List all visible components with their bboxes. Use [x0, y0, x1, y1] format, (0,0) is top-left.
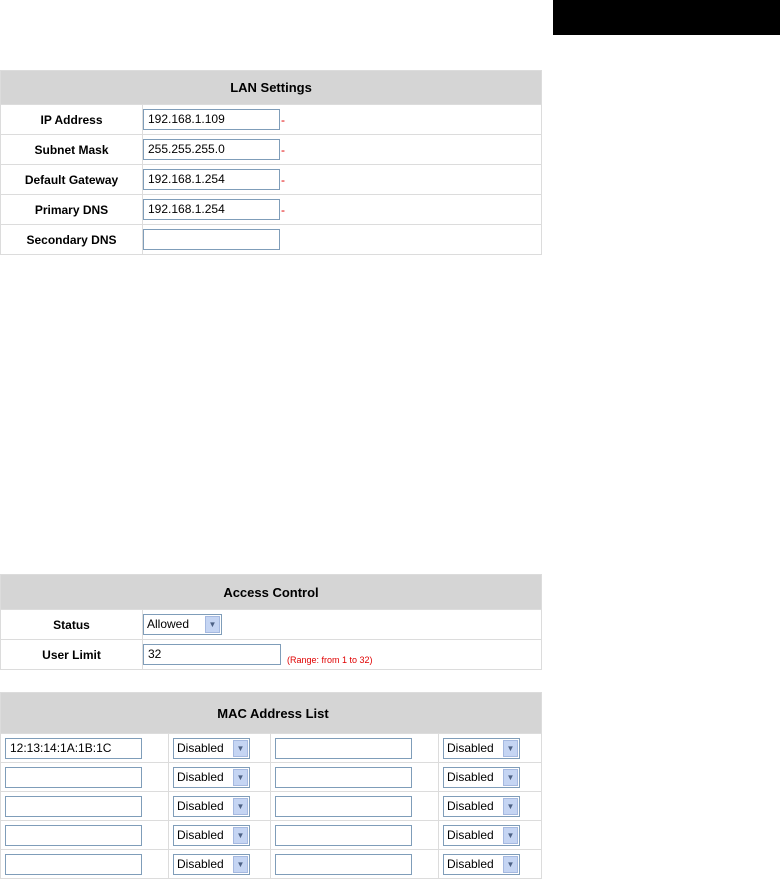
mac-state-select[interactable]: Disabled ▼ — [173, 824, 250, 846]
header-black-bar — [553, 0, 780, 35]
mac-state-value: Disabled — [177, 827, 224, 842]
mac-state-value: Disabled — [177, 769, 224, 784]
mac-address-list-table: MAC Address List 12:13:14:1A:1B:1C Disab… — [0, 692, 542, 879]
user-limit-range-hint: (Range: from 1 to 32) — [287, 655, 373, 665]
mac-state-value: Disabled — [177, 798, 224, 813]
lan-row-primary-dns: Primary DNS 192.168.1.254- — [0, 194, 542, 225]
lan-row-subnet-mask: Subnet Mask 255.255.255.0- — [0, 134, 542, 165]
mac-address-input[interactable] — [275, 795, 412, 817]
mac-state-select[interactable]: Disabled ▼ — [443, 824, 520, 846]
mac-state-value: Disabled — [447, 856, 494, 871]
mac-address-input[interactable] — [5, 795, 142, 817]
required-marker: - — [281, 202, 285, 217]
access-row-user-limit: User Limit 32 (Range: from 1 to 32) — [0, 639, 542, 670]
chevron-down-icon[interactable]: ▼ — [233, 855, 248, 873]
ip-address-label: IP Address — [0, 104, 143, 135]
mac-address-input[interactable] — [5, 766, 142, 788]
mac-state-select[interactable]: Disabled ▼ — [443, 737, 520, 759]
status-select[interactable]: Allowed ▼ — [143, 614, 222, 635]
required-marker: - — [281, 142, 285, 157]
mac-address-input[interactable] — [5, 824, 142, 846]
secondary-dns-label: Secondary DNS — [0, 224, 143, 255]
lan-settings-table: LAN Settings IP Address 192.168.1.109- S… — [0, 70, 542, 255]
mac-list-row: Disabled ▼ Disabled ▼ — [0, 762, 542, 792]
default-gateway-input[interactable]: 192.168.1.254 — [143, 169, 280, 190]
chevron-down-icon[interactable]: ▼ — [503, 826, 518, 844]
status-select-value: Allowed — [147, 617, 190, 631]
chevron-down-icon[interactable]: ▼ — [503, 797, 518, 815]
lan-row-ip-address: IP Address 192.168.1.109- — [0, 104, 542, 135]
chevron-down-icon[interactable]: ▼ — [503, 739, 518, 757]
mac-state-value: Disabled — [447, 769, 494, 784]
mac-state-select[interactable]: Disabled ▼ — [173, 853, 250, 875]
access-control-table: Access Control Status Allowed ▼ User Lim… — [0, 574, 542, 670]
mac-state-select[interactable]: Disabled ▼ — [173, 795, 250, 817]
default-gateway-label: Default Gateway — [0, 164, 143, 195]
mac-address-input[interactable] — [5, 853, 142, 875]
primary-dns-input[interactable]: 192.168.1.254 — [143, 199, 280, 220]
mac-list-row: 12:13:14:1A:1B:1C Disabled ▼ Disabled ▼ — [0, 733, 542, 763]
chevron-down-icon[interactable]: ▼ — [503, 855, 518, 873]
mac-address-input[interactable] — [275, 766, 412, 788]
mac-address-input[interactable] — [275, 737, 412, 759]
primary-dns-label: Primary DNS — [0, 194, 143, 225]
mac-state-value: Disabled — [177, 740, 224, 755]
lan-row-default-gateway: Default Gateway 192.168.1.254- — [0, 164, 542, 195]
lan-row-secondary-dns: Secondary DNS — [0, 224, 542, 255]
mac-state-select[interactable]: Disabled ▼ — [443, 795, 520, 817]
mac-state-select[interactable]: Disabled ▼ — [173, 766, 250, 788]
mac-address-input[interactable] — [275, 853, 412, 875]
mac-address-input[interactable] — [275, 824, 412, 846]
status-label: Status — [0, 609, 143, 640]
mac-state-value: Disabled — [177, 856, 224, 871]
lan-settings-title: LAN Settings — [0, 70, 542, 105]
mac-state-select[interactable]: Disabled ▼ — [443, 853, 520, 875]
mac-list-row: Disabled ▼ Disabled ▼ — [0, 820, 542, 850]
chevron-down-icon[interactable]: ▼ — [233, 739, 248, 757]
mac-state-value: Disabled — [447, 827, 494, 842]
mac-list-row: Disabled ▼ Disabled ▼ — [0, 849, 542, 879]
mac-address-input[interactable]: 12:13:14:1A:1B:1C — [5, 737, 142, 759]
user-limit-input[interactable]: 32 — [143, 644, 281, 665]
chevron-down-icon[interactable]: ▼ — [233, 826, 248, 844]
mac-list-row: Disabled ▼ Disabled ▼ — [0, 791, 542, 821]
subnet-mask-label: Subnet Mask — [0, 134, 143, 165]
mac-state-value: Disabled — [447, 740, 494, 755]
chevron-down-icon[interactable]: ▼ — [205, 616, 220, 633]
user-limit-label: User Limit — [0, 639, 143, 670]
chevron-down-icon[interactable]: ▼ — [233, 768, 248, 786]
subnet-mask-input[interactable]: 255.255.255.0 — [143, 139, 280, 160]
required-marker: - — [281, 112, 285, 127]
mac-state-select[interactable]: Disabled ▼ — [173, 737, 250, 759]
ip-address-input[interactable]: 192.168.1.109 — [143, 109, 280, 130]
mac-state-select[interactable]: Disabled ▼ — [443, 766, 520, 788]
chevron-down-icon[interactable]: ▼ — [503, 768, 518, 786]
mac-state-value: Disabled — [447, 798, 494, 813]
secondary-dns-input[interactable] — [143, 229, 280, 250]
access-row-status: Status Allowed ▼ — [0, 609, 542, 640]
required-marker: - — [281, 172, 285, 187]
chevron-down-icon[interactable]: ▼ — [233, 797, 248, 815]
mac-address-list-title: MAC Address List — [0, 692, 542, 734]
access-control-title: Access Control — [0, 574, 542, 610]
